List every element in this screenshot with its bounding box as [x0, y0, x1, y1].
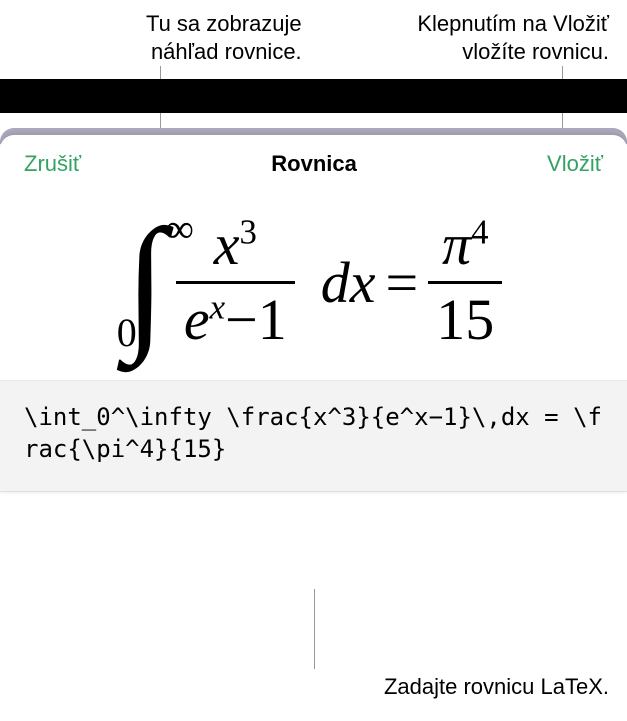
callout-latex: Zadajte rovnicu LaTeX.	[384, 674, 609, 700]
status-bar-black	[0, 79, 627, 113]
exp-x: x	[210, 287, 225, 326]
callout-preview: Tu sa zobrazuje náhľad rovnice.	[18, 10, 302, 65]
insert-button[interactable]: Vložiť	[547, 151, 603, 177]
equals: =	[386, 249, 419, 316]
fraction-2: π4 15	[428, 213, 502, 352]
toolbar: Zrušiť Rovnica Vložiť	[0, 135, 627, 185]
callout-text: vložíte rovnicu.	[462, 39, 609, 64]
differential: dx	[321, 249, 376, 316]
fraction-bar	[176, 281, 295, 284]
latex-input[interactable]: \int_0^\infty \frac{x^3}{e^x−1}\,dx = \f…	[0, 380, 627, 493]
callout-text: Klepnutím na Vložiť	[417, 11, 609, 36]
exp-3: 3	[239, 213, 256, 252]
equation-rendered: ∞ ∫ 0 x3 ex−1 dx = π4	[125, 213, 502, 352]
callout-text: Tu sa zobrazuje	[146, 11, 302, 36]
integral-lower: 0	[117, 309, 137, 356]
callout-text: Zadajte rovnicu LaTeX.	[384, 674, 609, 699]
equation-preview: ∞ ∫ 0 x3 ex−1 dx = π4	[0, 185, 627, 380]
fraction-1-num: x3	[206, 213, 265, 277]
fraction-bar	[428, 281, 502, 284]
d: d	[321, 250, 350, 315]
callout-text: náhľad rovnice.	[151, 39, 302, 64]
toolbar-title: Rovnica	[271, 151, 357, 177]
integral: ∞ ∫ 0	[125, 215, 166, 350]
var-x: x	[350, 250, 376, 315]
minus: −	[225, 287, 258, 352]
one: 1	[258, 287, 287, 352]
fraction-2-num: π4	[434, 213, 496, 277]
fraction-1-den: ex−1	[176, 288, 295, 352]
callout-line	[314, 589, 315, 669]
exp-4: 4	[471, 213, 488, 252]
var-x: x	[214, 212, 240, 277]
equation-sheet: Zrušiť Rovnica Vložiť ∞ ∫ 0 x3 ex−1 dx	[0, 135, 627, 492]
cancel-button[interactable]: Zrušiť	[24, 151, 81, 177]
pi: π	[442, 212, 471, 277]
callout-insert: Klepnutím na Vložiť vložíte rovnicu.	[325, 10, 609, 65]
fraction-2-den: 15	[428, 288, 502, 352]
integral-upper: ∞	[165, 205, 194, 252]
var-e: e	[184, 287, 210, 352]
